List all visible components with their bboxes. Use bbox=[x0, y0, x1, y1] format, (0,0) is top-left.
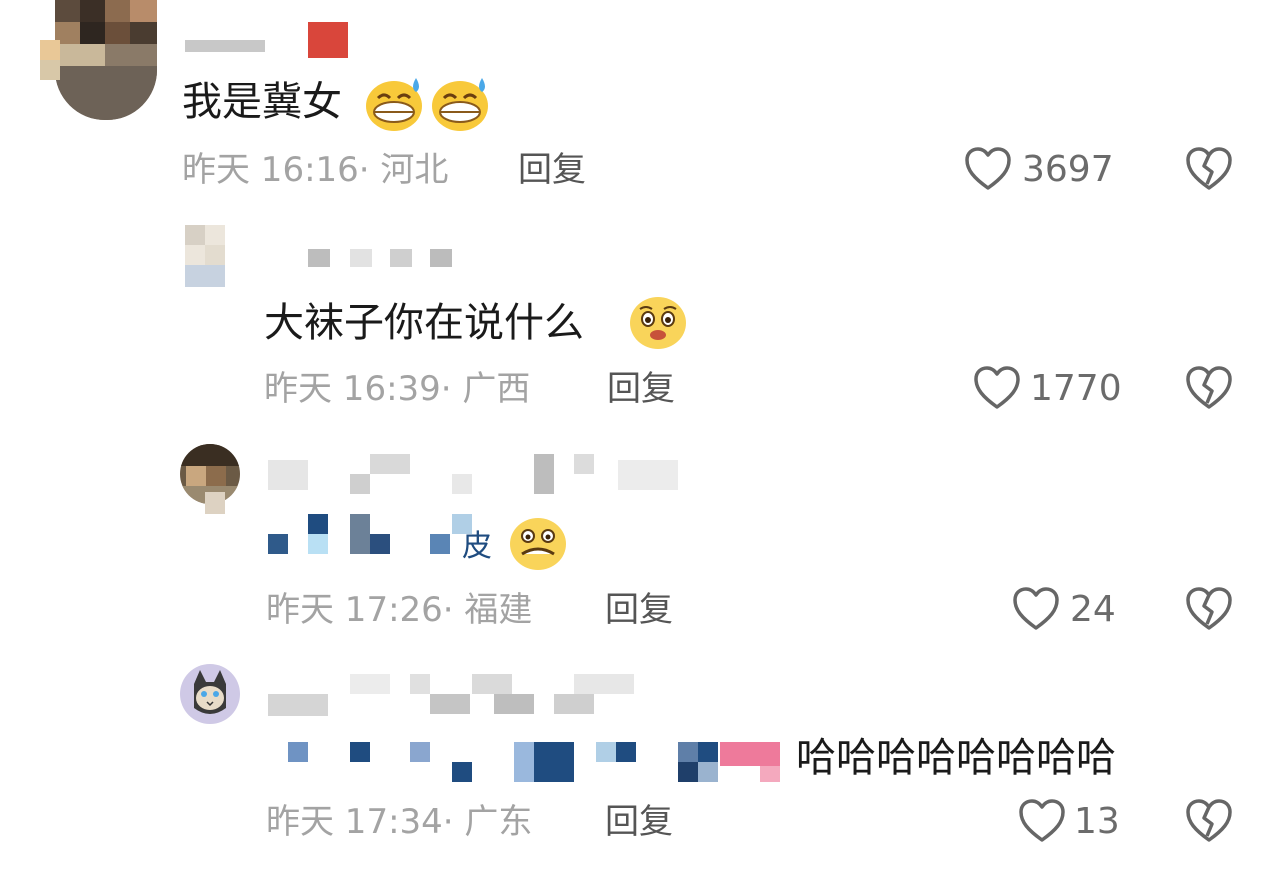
comment-item: 大袜子你在说什么 昨天 16:39· 广西 回复 1770 bbox=[0, 205, 1284, 430]
comment-location: · 广西 bbox=[440, 369, 531, 409]
like-count: 3697 bbox=[1022, 149, 1114, 190]
username-redacted bbox=[410, 674, 430, 694]
comment-location: · 广东 bbox=[442, 802, 533, 842]
username-redacted bbox=[452, 474, 472, 494]
comment-meta: 昨天 17:34· 广东 bbox=[266, 802, 532, 842]
text-redacted bbox=[698, 742, 718, 762]
reply-button[interactable]: 回复 bbox=[607, 369, 675, 409]
username-redacted bbox=[574, 674, 634, 694]
username-redacted bbox=[494, 694, 534, 714]
text-redacted bbox=[350, 514, 370, 554]
text-redacted bbox=[678, 742, 698, 762]
username-redacted bbox=[350, 249, 372, 267]
reply-button[interactable]: 回复 bbox=[605, 590, 673, 630]
comment-location: · 河北 bbox=[358, 150, 449, 190]
comment-location: · 福建 bbox=[442, 590, 533, 630]
broken-heart-icon[interactable] bbox=[1185, 365, 1233, 411]
like-count: 1770 bbox=[1030, 368, 1122, 409]
text-redacted bbox=[596, 742, 616, 762]
comment-text: 我是冀女 bbox=[182, 79, 342, 125]
username-redacted bbox=[472, 674, 512, 694]
username-redacted bbox=[618, 460, 678, 490]
comment-time: 昨天 16:16 bbox=[182, 150, 359, 190]
heart-outline-icon[interactable] bbox=[1018, 798, 1066, 844]
text-redacted bbox=[410, 742, 430, 762]
text-redacted bbox=[370, 534, 390, 554]
grinning-sweat-emoji bbox=[364, 76, 424, 136]
comment-time: 昨天 17:26 bbox=[266, 590, 443, 630]
username-redacted bbox=[350, 474, 370, 494]
username-redacted bbox=[308, 249, 330, 267]
text-redacted bbox=[452, 762, 472, 782]
username-redacted bbox=[350, 674, 390, 694]
text-redacted bbox=[430, 534, 450, 554]
comment-item: 我是冀女 昨天 16:16· 河北 回复 3697 bbox=[0, 0, 1284, 205]
comment-text: 皮 bbox=[462, 529, 492, 564]
text-redacted bbox=[288, 742, 308, 762]
text-redacted bbox=[268, 534, 288, 554]
avatar[interactable] bbox=[185, 225, 225, 287]
comment-meta: 昨天 16:16· 河北 bbox=[182, 150, 448, 190]
comment-meta: 昨天 16:39· 广西 bbox=[264, 369, 530, 409]
heart-outline-icon[interactable] bbox=[973, 365, 1021, 411]
text-redacted bbox=[698, 762, 718, 782]
username-redacted bbox=[390, 249, 412, 267]
like-count: 24 bbox=[1070, 589, 1116, 630]
grinning-sweat-emoji bbox=[430, 76, 490, 136]
avatar-blur-left bbox=[40, 60, 60, 80]
pleading-face-emoji bbox=[628, 293, 688, 355]
comment-item: 哈哈哈哈哈哈哈哈 昨天 17:34· 广东 回复 13 bbox=[0, 650, 1284, 885]
text-redacted bbox=[678, 762, 698, 782]
avatar[interactable] bbox=[180, 664, 240, 724]
comment-time: 昨天 16:39 bbox=[264, 369, 441, 409]
text-redacted bbox=[308, 514, 328, 534]
comment-time: 昨天 17:34 bbox=[266, 802, 443, 842]
comment-meta: 昨天 17:26· 福建 bbox=[266, 590, 532, 630]
username-redacted bbox=[554, 694, 594, 714]
username-redacted bbox=[185, 40, 265, 52]
broken-heart-icon[interactable] bbox=[1185, 798, 1233, 844]
text-redacted bbox=[514, 742, 534, 782]
username-badge bbox=[308, 22, 348, 58]
username-redacted bbox=[370, 454, 410, 474]
like-count: 13 bbox=[1074, 801, 1120, 842]
broken-heart-icon[interactable] bbox=[1185, 586, 1233, 632]
reply-button[interactable]: 回复 bbox=[605, 802, 673, 842]
reply-button[interactable]: 回复 bbox=[518, 150, 586, 190]
heart-outline-icon[interactable] bbox=[1012, 586, 1060, 632]
text-redacted bbox=[308, 534, 328, 554]
text-redacted bbox=[720, 742, 780, 766]
comment-item: 皮 昨天 17:26· 福建 回复 24 bbox=[0, 430, 1284, 650]
username-redacted bbox=[574, 454, 594, 474]
comment-text: 哈哈哈哈哈哈哈哈 bbox=[796, 735, 1116, 781]
avatar-blur bbox=[205, 492, 225, 514]
broken-heart-icon[interactable] bbox=[1185, 146, 1233, 192]
text-redacted bbox=[350, 742, 370, 762]
text-redacted bbox=[534, 742, 574, 782]
avatar[interactable] bbox=[55, 0, 157, 120]
text-redacted bbox=[616, 742, 636, 762]
username-redacted bbox=[268, 694, 328, 716]
username-redacted bbox=[430, 249, 452, 267]
heart-outline-icon[interactable] bbox=[964, 146, 1012, 192]
username-redacted bbox=[268, 460, 308, 490]
text-redacted bbox=[760, 766, 780, 782]
username-redacted bbox=[430, 694, 470, 714]
avatar-blur-left bbox=[40, 40, 60, 60]
comment-text: 大袜子你在说什么 bbox=[264, 300, 584, 346]
username-redacted bbox=[534, 454, 554, 494]
grimacing-emoji bbox=[508, 514, 568, 576]
